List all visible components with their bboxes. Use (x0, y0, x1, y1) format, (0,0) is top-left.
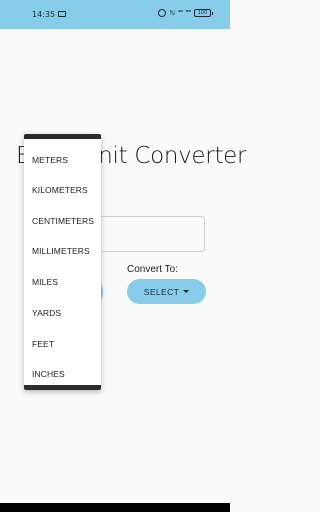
select-button-label: SELECT (143, 286, 180, 297)
menu-item-meters[interactable]: METERS (32, 155, 68, 165)
value-input[interactable] (92, 216, 205, 252)
status-bar: 14:35 ℕ ⁴ᴳ ᴴᴰ 100 (0, 0, 230, 29)
navigation-bar (0, 503, 230, 512)
network-icon: ⁴ᴳ (177, 9, 183, 16)
signal-icon: ᴴᴰ (185, 9, 191, 16)
menu-item-centimeters[interactable]: CENTIMETERS (32, 216, 94, 226)
menu-item-inches[interactable]: INCHES (32, 369, 65, 379)
alarm-icon (158, 9, 167, 17)
convert-to-select-button[interactable]: SELECT (127, 279, 206, 304)
caret-down-icon (183, 290, 190, 293)
message-icon (58, 11, 66, 17)
menu-item-feet[interactable]: FEET (32, 339, 54, 349)
menu-item-millimeters[interactable]: MILLIMETERS (32, 246, 90, 256)
menu-item-kilometers[interactable]: KILOMETERS (32, 185, 88, 195)
mute-icon: ℕ (169, 9, 175, 17)
unit-dropdown-menu: METERS KILOMETERS CENTIMETERS MILLIMETER… (24, 134, 101, 390)
status-time: 14:35 (32, 10, 56, 19)
menu-item-yards[interactable]: YARDS (32, 308, 61, 318)
convert-to-label: Convert To: (127, 264, 178, 275)
battery-icon: 100 (194, 9, 213, 17)
menu-item-miles[interactable]: MILES (32, 277, 58, 287)
status-icons: ℕ ⁴ᴳ ᴴᴰ 100 (158, 9, 213, 17)
